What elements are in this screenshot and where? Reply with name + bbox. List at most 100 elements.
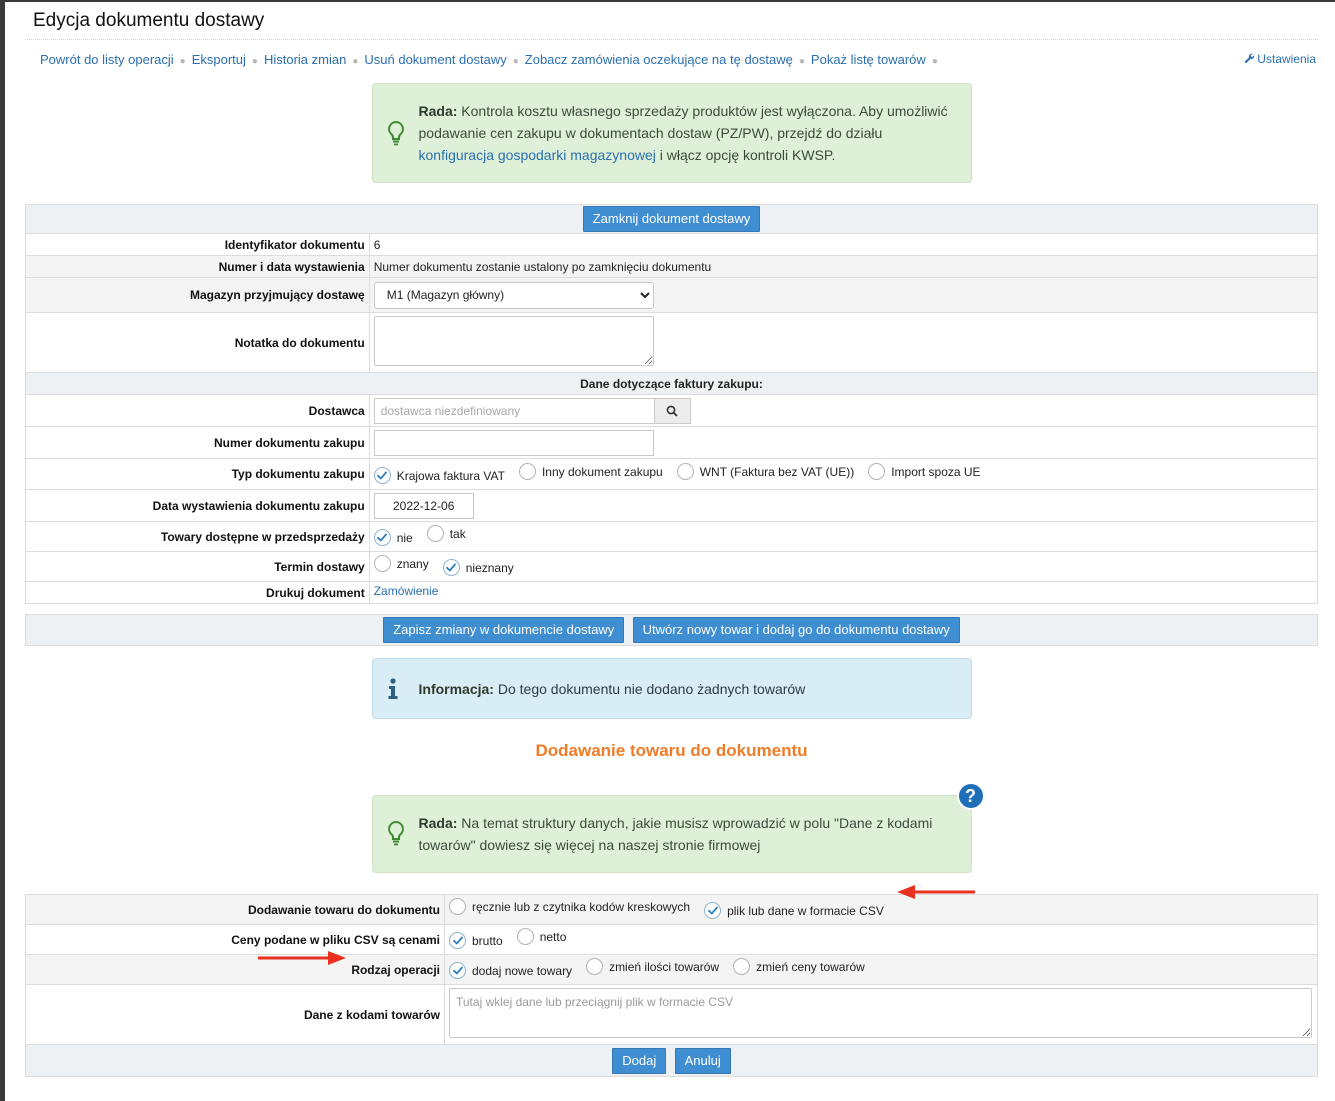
doc-type-radio-4[interactable]: Import spoza UE bbox=[868, 463, 981, 480]
nav-separator: ● bbox=[512, 56, 519, 67]
add-method-radio-1[interactable]: ręcznie lub z czytnika kodów kreskowych bbox=[449, 898, 690, 915]
tip-text: Na temat struktury danych, jakie musisz … bbox=[418, 815, 933, 853]
save-document-button[interactable]: Zapisz zmiany w dokumencie dostawy bbox=[383, 617, 625, 643]
radio-checked-icon[interactable] bbox=[373, 467, 391, 484]
doc-type-radio-1[interactable]: Krajowa faktura VAT bbox=[373, 467, 505, 484]
radio-empty-icon[interactable] bbox=[426, 525, 444, 542]
nav-delete-document[interactable]: Usuń dokument dostawy bbox=[364, 52, 506, 67]
doc-type-radio-label: WNT (Faktura bez VAT (UE)) bbox=[699, 464, 855, 479]
document-actions: Zapisz zmiany w dokumencie dostawy Utwór… bbox=[25, 614, 1318, 646]
document-id-label: Identyfikator dokumentu bbox=[25, 233, 370, 256]
radio-empty-icon[interactable] bbox=[586, 958, 604, 975]
doc-type-radio-3[interactable]: WNT (Faktura bez VAT (UE)) bbox=[676, 463, 855, 480]
nav-back-to-operations[interactable]: Powrót do listy operacji bbox=[40, 52, 174, 67]
doc-type-options: Krajowa faktura VAT Inny dokument zakupu W… bbox=[368, 458, 1319, 490]
page-content: Edycja dokumentu dostawy Powrót do listy… bbox=[25, 0, 1319, 1077]
doc-type-radio-label: Krajowa faktura VAT bbox=[396, 468, 505, 483]
codes-textarea[interactable] bbox=[449, 988, 1312, 1038]
create-product-button[interactable]: Utwórz nowy towar i dodaj go do dokument… bbox=[632, 617, 960, 643]
info-title: Informacja: bbox=[418, 681, 494, 697]
csv-price-radio-label: netto bbox=[539, 929, 567, 944]
radio-empty-icon[interactable] bbox=[676, 463, 694, 480]
supplier-input[interactable] bbox=[373, 397, 654, 424]
delivery-term-radio-1[interactable]: znany bbox=[373, 555, 429, 572]
doc-type-radio-2[interactable]: Inny dokument zakupu bbox=[518, 463, 663, 480]
nav-product-list[interactable]: Pokaż listę towarów bbox=[811, 52, 926, 67]
print-label: Drukuj dokument bbox=[25, 581, 370, 604]
window-left-edge bbox=[0, 0, 5, 1101]
operation-type-label: Rodzaj operacji bbox=[25, 954, 445, 985]
radio-empty-icon[interactable] bbox=[373, 555, 391, 572]
operation-radio-1[interactable]: dodaj nowe towary bbox=[449, 962, 572, 979]
search-icon bbox=[666, 405, 678, 417]
checkmark-icon bbox=[707, 906, 718, 915]
print-order-link[interactable]: Zamówienie bbox=[374, 584, 439, 598]
add-method-radio-label: ręcznie lub z czytnika kodów kreskowych bbox=[472, 899, 691, 914]
info-text: Do tego dokumentu nie dodano żadnych tow… bbox=[493, 681, 806, 697]
tip-text: Kontrola kosztu własnego sprzedaży produ… bbox=[418, 103, 948, 141]
supplier-label: Dostawca bbox=[25, 394, 370, 427]
add-method-radio-2[interactable]: plik lub dane w formacie CSV bbox=[704, 902, 884, 919]
operation-radio-3[interactable]: zmień ceny towarów bbox=[733, 958, 865, 975]
annotation-arrow-left bbox=[897, 885, 975, 899]
settings-label: Ustawienia bbox=[1257, 52, 1316, 66]
radio-checked-icon[interactable] bbox=[704, 902, 722, 919]
warehouse-select[interactable]: M1 (Magazyn główny) bbox=[373, 281, 654, 309]
radio-empty-icon[interactable] bbox=[868, 463, 886, 480]
supplier-search-button[interactable] bbox=[653, 397, 691, 424]
annotation-arrow-right bbox=[258, 951, 346, 965]
delivery-term-radio-2[interactable]: nieznany bbox=[442, 559, 514, 576]
checkmark-icon bbox=[377, 471, 388, 480]
csv-prices-options: brutto netto bbox=[444, 924, 1318, 955]
csv-price-radio-2[interactable]: netto bbox=[516, 928, 567, 945]
number-date-value: Numer dokumentu zostanie ustalony po zam… bbox=[368, 255, 1319, 278]
checkmark-icon bbox=[452, 936, 463, 945]
nav-pending-orders[interactable]: Zobacz zamówienia oczekujące na tę dosta… bbox=[525, 52, 793, 67]
radio-checked-icon[interactable] bbox=[373, 529, 391, 546]
cancel-button[interactable]: Anuluj bbox=[674, 1047, 731, 1074]
checkmark-icon bbox=[452, 966, 463, 975]
delivery-term-label: Termin dostawy bbox=[25, 551, 370, 582]
wrench-icon bbox=[1245, 53, 1255, 64]
nav-change-history[interactable]: Historia zmian bbox=[264, 52, 346, 67]
radio-checked-icon[interactable] bbox=[449, 962, 466, 979]
presale-label: Towary dostępne w przedsprzedaży bbox=[25, 521, 370, 552]
delivery-term-radio-label: znany bbox=[396, 556, 429, 571]
close-document-button[interactable]: Zamknij dokument dostawy bbox=[582, 206, 761, 232]
codes-label: Dane z kodami towarów bbox=[25, 984, 445, 1045]
issue-date-input[interactable] bbox=[373, 492, 474, 519]
radio-empty-icon[interactable] bbox=[449, 898, 466, 915]
settings-link[interactable]: Ustawienia bbox=[1244, 52, 1316, 66]
operation-radio-2[interactable]: zmień ilości towarów bbox=[586, 958, 719, 975]
purchase-number-input[interactable] bbox=[373, 429, 654, 456]
radio-checked-icon[interactable] bbox=[442, 559, 460, 576]
csv-price-radio-1[interactable]: brutto bbox=[449, 932, 503, 949]
purchase-number-label: Numer dokumentu zakupu bbox=[25, 426, 370, 459]
tip-kwsp-alert: Rada: Kontrola kosztu własnego sprzedaży… bbox=[371, 83, 972, 183]
tip-csv-alert: Rada: Na temat struktury danych, jakie m… bbox=[371, 782, 985, 873]
issue-date-label: Data wystawienia dokumentu zakupu bbox=[25, 489, 370, 522]
radio-checked-icon[interactable] bbox=[449, 932, 466, 949]
nav-separator: ● bbox=[179, 56, 186, 67]
csv-price-radio-label: brutto bbox=[472, 933, 503, 948]
radio-empty-icon[interactable] bbox=[518, 463, 536, 480]
presale-radio-1[interactable]: nie bbox=[373, 529, 413, 546]
note-textarea[interactable] bbox=[373, 316, 654, 366]
lightbulb-icon bbox=[387, 120, 405, 152]
add-button[interactable]: Dodaj bbox=[612, 1047, 667, 1074]
delivery-term-options: znany nieznany bbox=[368, 551, 1319, 582]
radio-empty-icon[interactable] bbox=[733, 958, 751, 975]
lightbulb-icon bbox=[387, 820, 405, 852]
add-product-form: Dodawanie towaru do dokumentu ręcznie lu… bbox=[25, 894, 1318, 1077]
inventory-config-link[interactable]: konfiguracja gospodarki magazynowej bbox=[419, 147, 656, 163]
invoice-section-header: Dane dotyczące faktury zakupu: bbox=[25, 372, 1318, 395]
nav-separator: ● bbox=[352, 56, 359, 67]
radio-empty-icon[interactable] bbox=[516, 928, 534, 945]
page-title: Edycja dokumentu dostawy bbox=[25, 0, 1318, 40]
warehouse-label: Magazyn przyjmujący dostawę bbox=[25, 277, 370, 313]
presale-radio-2[interactable]: tak bbox=[426, 525, 466, 542]
nav-export[interactable]: Eksportuj bbox=[192, 52, 246, 67]
info-icon bbox=[387, 678, 399, 706]
doc-type-label: Typ dokumentu zakupu bbox=[25, 458, 370, 490]
help-question-icon[interactable]: ? bbox=[956, 782, 985, 810]
